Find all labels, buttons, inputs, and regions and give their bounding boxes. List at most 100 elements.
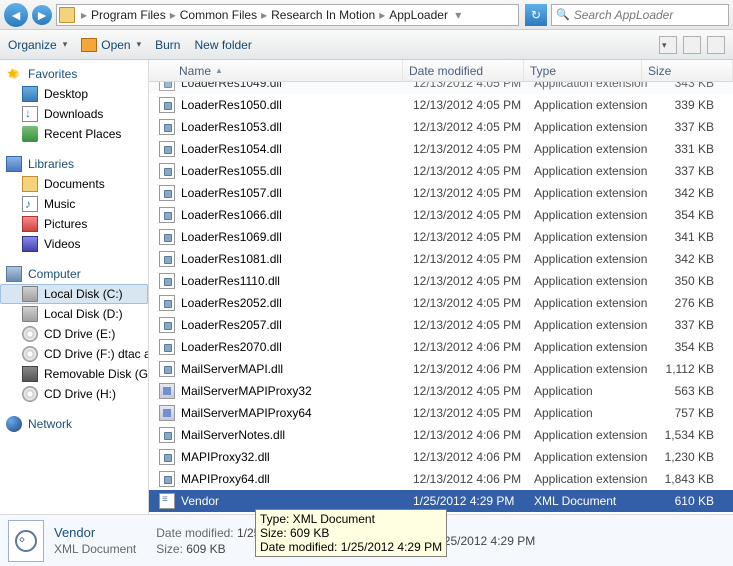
nav-item-videos[interactable]: Videos: [0, 234, 148, 254]
file-date: 12/13/2012 4:05 PM: [413, 274, 534, 288]
file-size: 563 KB: [652, 384, 722, 398]
column-size[interactable]: Size: [642, 60, 733, 81]
file-row[interactable]: LoaderRes1053.dll12/13/2012 4:05 PMAppli…: [149, 116, 733, 138]
file-type: Application extension: [534, 252, 652, 266]
file-row[interactable]: MailServerMAPIProxy3212/13/2012 4:05 PMA…: [149, 380, 733, 402]
file-date: 12/13/2012 4:06 PM: [413, 472, 534, 486]
file-name: LoaderRes1055.dll: [181, 164, 413, 178]
file-type: Application extension: [534, 142, 652, 156]
file-name: LoaderRes1053.dll: [181, 120, 413, 134]
file-row[interactable]: LoaderRes1057.dll12/13/2012 4:05 PMAppli…: [149, 182, 733, 204]
search-input[interactable]: Search AppLoader: [551, 4, 729, 26]
column-name[interactable]: Name▲: [149, 60, 403, 81]
file-row[interactable]: LoaderRes2057.dll12/13/2012 4:05 PMAppli…: [149, 314, 733, 336]
file-row[interactable]: LoaderRes1066.dll12/13/2012 4:05 PMAppli…: [149, 204, 733, 226]
pictures-icon: [22, 216, 38, 232]
file-row[interactable]: MailServerMAPI.dll12/13/2012 4:06 PMAppl…: [149, 358, 733, 380]
file-date: 12/13/2012 4:06 PM: [413, 450, 534, 464]
nav-back-button[interactable]: ◄: [4, 3, 28, 27]
file-tooltip: Type: XML Document Size: 609 KB Date mod…: [255, 509, 447, 557]
file-row[interactable]: MAPIProxy64.dll12/13/2012 4:06 PMApplica…: [149, 468, 733, 490]
nav-item-downloads[interactable]: Downloads: [0, 104, 148, 124]
file-row[interactable]: LoaderRes1055.dll12/13/2012 4:05 PMAppli…: [149, 160, 733, 182]
help-button[interactable]: [707, 36, 725, 54]
dll-file-icon: [159, 141, 175, 157]
burn-button[interactable]: Burn: [155, 38, 180, 52]
file-date: 12/13/2012 4:05 PM: [413, 142, 534, 156]
file-row[interactable]: LoaderRes2070.dll12/13/2012 4:06 PMAppli…: [149, 336, 733, 358]
file-type: Application extension: [534, 362, 652, 376]
file-name: LoaderRes1049.dll: [181, 82, 413, 90]
file-name: LoaderRes1069.dll: [181, 230, 413, 244]
dll-file-icon: [159, 273, 175, 289]
dll-file-icon: [159, 295, 175, 311]
file-type: Application: [534, 384, 652, 398]
file-type: Application extension: [534, 428, 652, 442]
open-button[interactable]: Open: [81, 38, 141, 52]
file-type: Application extension: [534, 164, 652, 178]
file-size: 337 KB: [652, 164, 722, 178]
file-name: LoaderRes2070.dll: [181, 340, 413, 354]
file-row[interactable]: MAPIProxy32.dll12/13/2012 4:06 PMApplica…: [149, 446, 733, 468]
nav-libraries[interactable]: Libraries: [0, 154, 148, 174]
network-icon: [6, 416, 22, 432]
nav-item-local-c[interactable]: Local Disk (C:): [0, 284, 148, 304]
nav-item-cd-f[interactable]: CD Drive (F:) dtac aircard: [0, 344, 148, 364]
file-row[interactable]: LoaderRes1049.dll12/13/2012 4:05 PMAppli…: [149, 82, 733, 94]
dll-file-icon: [159, 229, 175, 245]
file-size: 339 KB: [652, 98, 722, 112]
file-type: Application extension: [534, 340, 652, 354]
breadcrumb-segment[interactable]: Common Files: [178, 8, 259, 22]
file-row[interactable]: MailServerMAPIProxy6412/13/2012 4:05 PMA…: [149, 402, 733, 424]
file-date: 12/13/2012 4:05 PM: [413, 406, 534, 420]
column-type[interactable]: Type: [524, 60, 642, 81]
nav-item-desktop[interactable]: Desktop: [0, 84, 148, 104]
nav-network[interactable]: Network: [0, 414, 148, 434]
nav-item-cd-h[interactable]: CD Drive (H:): [0, 384, 148, 404]
nav-item-removable-g[interactable]: Removable Disk (G:): [0, 364, 148, 384]
documents-icon: [22, 176, 38, 192]
preview-pane-button[interactable]: [683, 36, 701, 54]
nav-favorites[interactable]: Favorites: [0, 64, 148, 84]
exe-file-icon: [159, 405, 175, 421]
breadcrumb-segment[interactable]: Program Files: [89, 8, 168, 22]
column-date[interactable]: Date modified: [403, 60, 524, 81]
change-view-button[interactable]: [659, 36, 677, 54]
nav-computer[interactable]: Computer: [0, 264, 148, 284]
file-name: MailServerNotes.dll: [181, 428, 413, 442]
file-date: 12/13/2012 4:05 PM: [413, 120, 534, 134]
file-row[interactable]: LoaderRes1069.dll12/13/2012 4:05 PMAppli…: [149, 226, 733, 248]
nav-forward-button[interactable]: ►: [32, 5, 52, 25]
new-folder-button[interactable]: New folder: [194, 38, 251, 52]
file-row[interactable]: LoaderRes1081.dll12/13/2012 4:05 PMAppli…: [149, 248, 733, 270]
nav-item-music[interactable]: Music: [0, 194, 148, 214]
file-size: 1,230 KB: [652, 450, 722, 464]
dll-file-icon: [159, 82, 175, 91]
file-row[interactable]: MailServerNotes.dll12/13/2012 4:06 PMApp…: [149, 424, 733, 446]
file-name: MailServerMAPIProxy64: [181, 406, 413, 420]
exe-file-icon: [159, 383, 175, 399]
nav-item-cd-e[interactable]: CD Drive (E:): [0, 324, 148, 344]
file-row[interactable]: LoaderRes2052.dll12/13/2012 4:05 PMAppli…: [149, 292, 733, 314]
nav-item-local-d[interactable]: Local Disk (D:): [0, 304, 148, 324]
nav-item-documents[interactable]: Documents: [0, 174, 148, 194]
refresh-button[interactable]: ↻: [525, 4, 547, 26]
breadcrumb[interactable]: ▸ Program Files▸ Common Files▸ Research …: [56, 4, 519, 26]
nav-item-recent[interactable]: Recent Places: [0, 124, 148, 144]
file-row[interactable]: LoaderRes1110.dll12/13/2012 4:05 PMAppli…: [149, 270, 733, 292]
nav-item-pictures[interactable]: Pictures: [0, 214, 148, 234]
dll-file-icon: [159, 339, 175, 355]
file-row[interactable]: LoaderRes1050.dll12/13/2012 4:05 PMAppli…: [149, 94, 733, 116]
file-size: 354 KB: [652, 340, 722, 354]
column-headers: Name▲ Date modified Type Size: [149, 60, 733, 82]
file-type: Application extension: [534, 296, 652, 310]
breadcrumb-segment[interactable]: Research In Motion: [269, 8, 377, 22]
breadcrumb-segment[interactable]: AppLoader: [387, 8, 450, 22]
file-row[interactable]: LoaderRes1054.dll12/13/2012 4:05 PMAppli…: [149, 138, 733, 160]
star-icon: [6, 66, 22, 82]
xml-file-icon: [8, 520, 44, 562]
organize-button[interactable]: Organize: [8, 38, 67, 52]
recent-icon: [22, 126, 38, 142]
disk-icon: [22, 306, 38, 322]
file-type: Application extension: [534, 98, 652, 112]
